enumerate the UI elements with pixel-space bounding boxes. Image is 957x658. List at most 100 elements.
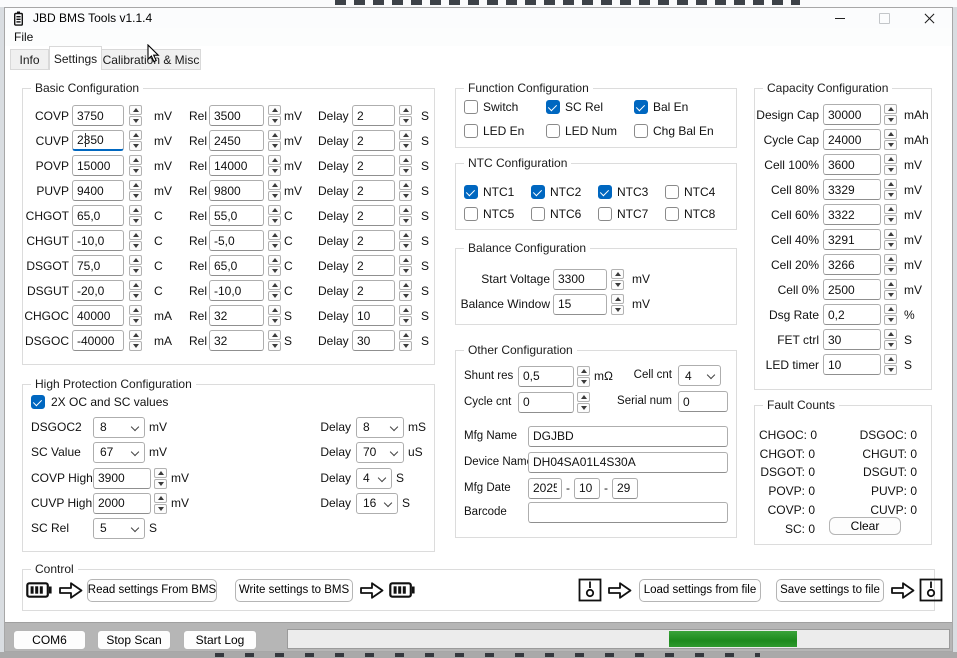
spin-down-button[interactable] — [268, 191, 281, 201]
spin-up-button[interactable] — [399, 230, 412, 240]
sc-rel-checkbox[interactable] — [546, 100, 560, 114]
start-log-button[interactable]: Start Log — [183, 630, 257, 650]
spin-down-button[interactable] — [129, 241, 142, 251]
spin-down-button[interactable] — [268, 266, 281, 276]
mfg-date-day-input[interactable] — [612, 478, 638, 499]
spin-down-button[interactable] — [884, 365, 897, 375]
tab-settings[interactable]: Settings — [49, 46, 102, 70]
spin-up-button[interactable] — [399, 280, 412, 290]
barcode-input[interactable] — [528, 502, 728, 523]
spin-down-button[interactable] — [884, 290, 897, 300]
spin-down-button[interactable] — [268, 316, 281, 326]
spin-down-button[interactable] — [268, 341, 281, 351]
spin-down-button[interactable] — [577, 377, 590, 387]
led-timer-input[interactable] — [823, 354, 881, 375]
spin-down-button[interactable] — [399, 116, 412, 126]
spin-up-button[interactable] — [884, 179, 897, 189]
spin-up-button[interactable] — [399, 305, 412, 315]
delay-value-input[interactable] — [352, 230, 395, 251]
sc-value-dropdown[interactable]: 67 — [93, 442, 145, 463]
led-num-checkbox[interactable] — [546, 124, 560, 138]
mfg-date-year-input[interactable] — [528, 478, 562, 499]
cell-20-input[interactable] — [823, 254, 881, 275]
spin-down-button[interactable] — [577, 403, 590, 413]
delay-dropdown[interactable]: 70 — [356, 442, 404, 463]
spin-up-button[interactable] — [268, 230, 281, 240]
spin-up-button[interactable] — [268, 180, 281, 190]
stop-scan-button[interactable]: Stop Scan — [97, 630, 171, 650]
2x-oc-sc-checkbox[interactable] — [31, 395, 45, 409]
fet-ctrl-input[interactable] — [823, 329, 881, 350]
spin-up-button[interactable] — [268, 330, 281, 340]
spin-up-button[interactable] — [884, 304, 897, 314]
param-value-input[interactable] — [72, 330, 124, 351]
spin-up-button[interactable] — [399, 130, 412, 140]
spin-down-button[interactable] — [129, 341, 142, 351]
spin-up-button[interactable] — [577, 392, 590, 402]
rel-value-input[interactable] — [209, 130, 264, 151]
spin-down-button[interactable] — [611, 280, 624, 290]
rel-value-input[interactable] — [209, 255, 264, 276]
spin-down-button[interactable] — [884, 265, 897, 275]
delay-value-input[interactable] — [352, 130, 395, 151]
delay-dropdown[interactable]: 8 — [356, 417, 404, 438]
led-en-checkbox[interactable] — [464, 124, 478, 138]
spin-down-button[interactable] — [399, 266, 412, 276]
delay-value-input[interactable] — [352, 205, 395, 226]
delay-value-input[interactable] — [352, 305, 395, 326]
spin-down-button[interactable] — [399, 241, 412, 251]
spin-up-button[interactable] — [611, 269, 624, 279]
spin-down-button[interactable] — [399, 341, 412, 351]
mfg-name-input[interactable] — [528, 426, 728, 447]
spin-up-button[interactable] — [268, 205, 281, 215]
spin-up-button[interactable] — [399, 105, 412, 115]
spin-down-button[interactable] — [268, 291, 281, 301]
spin-down-button[interactable] — [399, 166, 412, 176]
spin-up-button[interactable] — [129, 105, 142, 115]
cell-100-input[interactable] — [823, 154, 881, 175]
rel-value-input[interactable] — [209, 330, 264, 351]
ntc4-checkbox[interactable] — [665, 185, 679, 199]
maximize-button[interactable] — [862, 8, 907, 28]
shunt-res-input[interactable] — [518, 366, 574, 387]
spin-up-button[interactable] — [268, 105, 281, 115]
spin-down-button[interactable] — [268, 241, 281, 251]
spin-up-button[interactable] — [154, 468, 167, 478]
spin-down-button[interactable] — [884, 115, 897, 125]
cycle-cap-input[interactable] — [823, 129, 881, 150]
chg-bal-en-checkbox[interactable] — [634, 124, 648, 138]
sc-rel-dropdown[interactable]: 5 — [93, 518, 145, 539]
load-settings-button[interactable]: Load settings from file — [639, 579, 761, 602]
spin-up-button[interactable] — [268, 155, 281, 165]
dsg-rate-input[interactable] — [823, 304, 881, 325]
spin-up-button[interactable] — [129, 180, 142, 190]
serial-num-input[interactable] — [678, 391, 728, 412]
spin-up-button[interactable] — [399, 255, 412, 265]
param-value-input[interactable] — [72, 205, 124, 226]
cell-80-input[interactable] — [823, 179, 881, 200]
spin-down-button[interactable] — [154, 479, 167, 489]
ntc6-checkbox[interactable] — [531, 207, 545, 221]
delay-value-input[interactable] — [352, 330, 395, 351]
spin-down-button[interactable] — [129, 316, 142, 326]
spin-down-button[interactable] — [129, 291, 142, 301]
cell-cnt-dropdown[interactable]: 4 — [678, 365, 721, 386]
spin-down-button[interactable] — [268, 216, 281, 226]
spin-up-button[interactable] — [129, 230, 142, 240]
spin-up-button[interactable] — [154, 493, 167, 503]
spin-up-button[interactable] — [129, 305, 142, 315]
delay-value-input[interactable] — [352, 180, 395, 201]
param-value-input[interactable] — [72, 180, 124, 201]
switch-checkbox[interactable] — [464, 100, 478, 114]
spin-up-button[interactable] — [884, 354, 897, 364]
minimize-button[interactable] — [817, 8, 862, 28]
spin-up-button[interactable] — [129, 205, 142, 215]
covp-high-input[interactable] — [93, 468, 151, 489]
save-settings-button[interactable]: Save settings to file — [776, 579, 884, 602]
spin-down-button[interactable] — [399, 191, 412, 201]
spin-down-button[interactable] — [884, 140, 897, 150]
clear-faults-button[interactable]: Clear — [829, 517, 901, 535]
spin-down-button[interactable] — [399, 316, 412, 326]
spin-down-button[interactable] — [129, 191, 142, 201]
rel-value-input[interactable] — [209, 230, 264, 251]
